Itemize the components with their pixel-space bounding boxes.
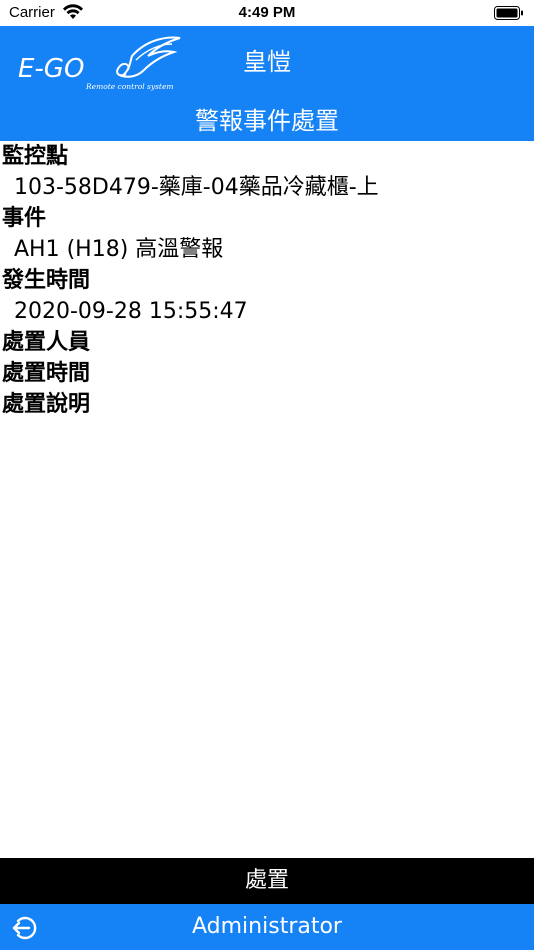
page-subtitle: 警報事件處置	[195, 107, 339, 135]
handler-label: 處置人員	[2, 330, 91, 355]
monitor-point-label: 監控點	[2, 144, 69, 169]
battery-icon	[494, 6, 523, 20]
app-header: E-GO Remote control system 皇愷 警報事件處置	[0, 26, 534, 141]
occurred-time-label: 發生時間	[2, 268, 91, 293]
alarm-details: 監控點 103-58D479-藥庫-04藥品冷藏櫃-上 事件 AH1 (H18)…	[0, 141, 534, 420]
handle-button[interactable]: 處置	[0, 858, 534, 904]
occurred-time-value: 2020-09-28 15:55:47	[14, 299, 248, 324]
app-screen: Carrier 4:49 PM E-GO Remote control syst…	[0, 0, 534, 950]
event-value: AH1 (H18) 高溫警報	[14, 237, 224, 262]
event-label: 事件	[2, 206, 47, 231]
logo-tagline: Remote control system	[85, 82, 174, 91]
status-time: 4:49 PM	[238, 4, 296, 21]
app-footer: Administrator	[0, 904, 534, 950]
status-bar: Carrier 4:49 PM	[0, 0, 534, 26]
monitor-point-value: 103-58D479-藥庫-04藥品冷藏櫃-上	[14, 175, 379, 200]
page-title: 皇愷	[243, 48, 291, 76]
handle-time-label: 處置時間	[2, 361, 91, 386]
current-user: Administrator	[192, 914, 342, 939]
handle-note-label: 處置說明	[2, 392, 91, 417]
